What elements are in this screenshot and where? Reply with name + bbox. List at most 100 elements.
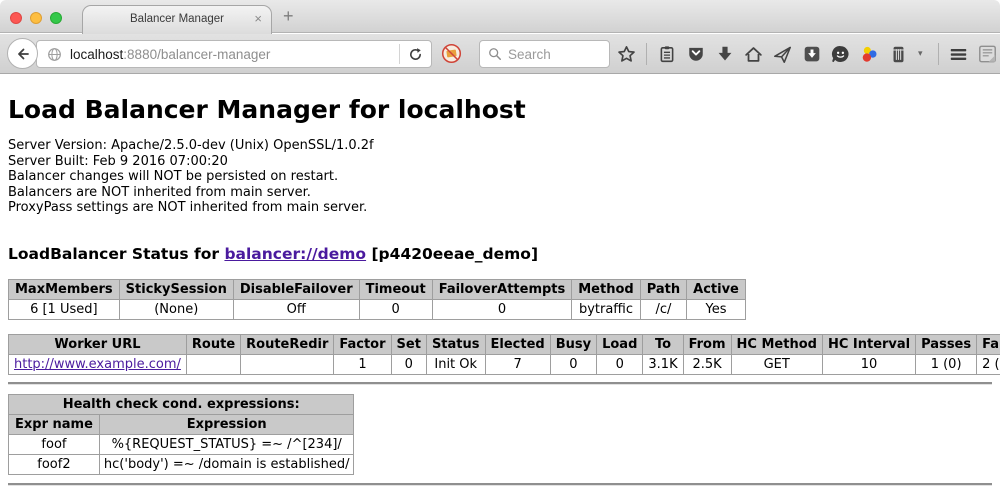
table-row: 6 [1 Used] (None) Off 0 0 bytraffic /c/ …	[9, 299, 746, 319]
worker-status-table: Worker URL Route RouteRedir Factor Set S…	[8, 334, 1000, 375]
column-header: Load	[597, 334, 643, 354]
column-header: Passes	[916, 334, 977, 354]
worker-url-link[interactable]: http://www.example.com/	[14, 357, 181, 372]
container-icon[interactable]	[889, 45, 908, 64]
balancer-demo-link[interactable]: balancer://demo	[224, 245, 366, 263]
emoji-chat-icon[interactable]	[831, 45, 850, 64]
url-host: localhost	[70, 47, 123, 62]
back-button[interactable]	[7, 38, 38, 69]
health-check-table: Health check cond. expressions: Expr nam…	[8, 394, 354, 475]
search-bar[interactable]	[479, 40, 610, 68]
set-cell: 0	[391, 354, 426, 374]
column-header: Route	[186, 334, 240, 354]
tab-close-icon[interactable]: ×	[254, 11, 262, 26]
balancer-settings-table: MaxMembers StickySession DisableFailover…	[8, 279, 746, 320]
column-header: Elected	[485, 334, 550, 354]
column-header: RouteRedir	[241, 334, 334, 354]
busy-cell: 0	[550, 354, 596, 374]
hc-method-cell: GET	[731, 354, 822, 374]
column-header: Set	[391, 334, 426, 354]
table-row: foof2 hc('body') =~ /domain is establish…	[9, 454, 354, 474]
url-path: :8880/balancer-manager	[123, 47, 270, 62]
browser-window: Balancer Manager × + localhost:8880/bala…	[0, 0, 1000, 491]
send-plane-icon[interactable]	[773, 45, 792, 64]
column-header: FailoverAttempts	[432, 279, 572, 299]
search-input[interactable]	[508, 47, 598, 62]
fails-cell: 2 (0)	[977, 354, 1000, 374]
close-window-button[interactable]	[10, 12, 22, 24]
column-header: Fails	[977, 334, 1000, 354]
menu-hamburger-icon[interactable]	[949, 45, 968, 64]
expression-cell: %{REQUEST_STATUS} =~ /^[234]/	[99, 434, 354, 454]
stickysession-cell: (None)	[119, 299, 233, 319]
table-header-row: Expr name Expression	[9, 414, 354, 434]
column-header: Expression	[99, 414, 354, 434]
url-text: localhost:8880/balancer-manager	[70, 47, 270, 62]
column-header: Factor	[334, 334, 391, 354]
health-table-title: Health check cond. expressions:	[9, 394, 354, 414]
hc-interval-cell: 10	[822, 354, 915, 374]
expression-cell: hc('body') =~ /domain is established/	[99, 454, 354, 474]
timeout-cell: 0	[359, 299, 432, 319]
column-header: Busy	[550, 334, 596, 354]
table-row: foof %{REQUEST_STATUS} =~ /^[234]/	[9, 434, 354, 454]
window-controls	[10, 12, 62, 24]
column-header: Method	[572, 279, 640, 299]
page-title: Load Balancer Manager for localhost	[8, 95, 992, 124]
server-built-line: Server Built: Feb 9 2016 07:00:20	[8, 154, 228, 169]
tab-strip: Balancer Manager × +	[0, 0, 1000, 33]
passes-cell: 1 (0)	[916, 354, 977, 374]
path-cell: /c/	[640, 299, 686, 319]
zoom-window-button[interactable]	[50, 12, 62, 24]
worker-url-cell: http://www.example.com/	[9, 354, 187, 374]
toolbar-buttons: ▾	[617, 34, 997, 74]
to-cell: 3.1K	[643, 354, 683, 374]
load-cell: 0	[597, 354, 643, 374]
status-cell: Init Ok	[426, 354, 485, 374]
column-header: HC Method	[731, 334, 822, 354]
pocket-icon[interactable]	[686, 45, 705, 64]
expr-name-cell: foof2	[9, 454, 100, 474]
plugin-blocked-icon[interactable]	[441, 43, 462, 64]
balancer-status-heading: LoadBalancer Status for balancer://demo …	[8, 245, 992, 263]
disablefailover-cell: Off	[233, 299, 359, 319]
footer-divider	[8, 483, 992, 486]
minimize-window-button[interactable]	[30, 12, 42, 24]
column-header: Path	[640, 279, 686, 299]
search-icon	[488, 47, 502, 61]
column-header: Worker URL	[9, 334, 187, 354]
downloads-icon[interactable]	[715, 45, 734, 64]
color-dots-icon[interactable]	[860, 45, 879, 64]
reload-button[interactable]	[400, 47, 431, 62]
tab-title: Balancer Manager	[83, 13, 271, 25]
table-header-row: MaxMembers StickySession DisableFailover…	[9, 279, 746, 299]
column-header: Expr name	[9, 414, 100, 434]
tab-groups-icon[interactable]	[978, 45, 997, 64]
table-header-row: Worker URL Route RouteRedir Factor Set S…	[9, 334, 1000, 354]
method-cell: bytraffic	[572, 299, 640, 319]
status-heading-prefix: LoadBalancer Status for	[8, 245, 224, 263]
new-tab-button[interactable]: +	[283, 6, 294, 27]
table-row: http://www.example.com/ 1 0 Init Ok 7 0 …	[9, 354, 1000, 374]
globe-icon	[47, 47, 62, 62]
bookmarks-menu-icon[interactable]	[657, 45, 676, 64]
url-bar[interactable]: localhost:8880/balancer-manager	[36, 40, 432, 68]
maxmembers-cell: 6 [1 Used]	[9, 299, 120, 319]
column-header: Status	[426, 334, 485, 354]
inherit-note-line: Balancers are NOT inherited from main se…	[8, 185, 311, 200]
expr-name-cell: foof	[9, 434, 100, 454]
column-header: MaxMembers	[9, 279, 120, 299]
column-header: Active	[687, 279, 746, 299]
download-helper-icon[interactable]	[802, 45, 821, 64]
proxypass-note-line: ProxyPass settings are NOT inherited fro…	[8, 200, 367, 215]
bookmark-star-icon[interactable]	[617, 45, 636, 64]
column-header: DisableFailover	[233, 279, 359, 299]
home-icon[interactable]	[744, 45, 763, 64]
section-divider	[8, 382, 992, 385]
routeredir-cell	[241, 354, 334, 374]
chevron-down-icon[interactable]: ▾	[918, 49, 928, 59]
from-cell: 2.5K	[683, 354, 731, 374]
back-arrow-icon	[15, 46, 31, 62]
column-header: To	[643, 334, 683, 354]
tab-balancer-manager[interactable]: Balancer Manager ×	[82, 5, 272, 34]
